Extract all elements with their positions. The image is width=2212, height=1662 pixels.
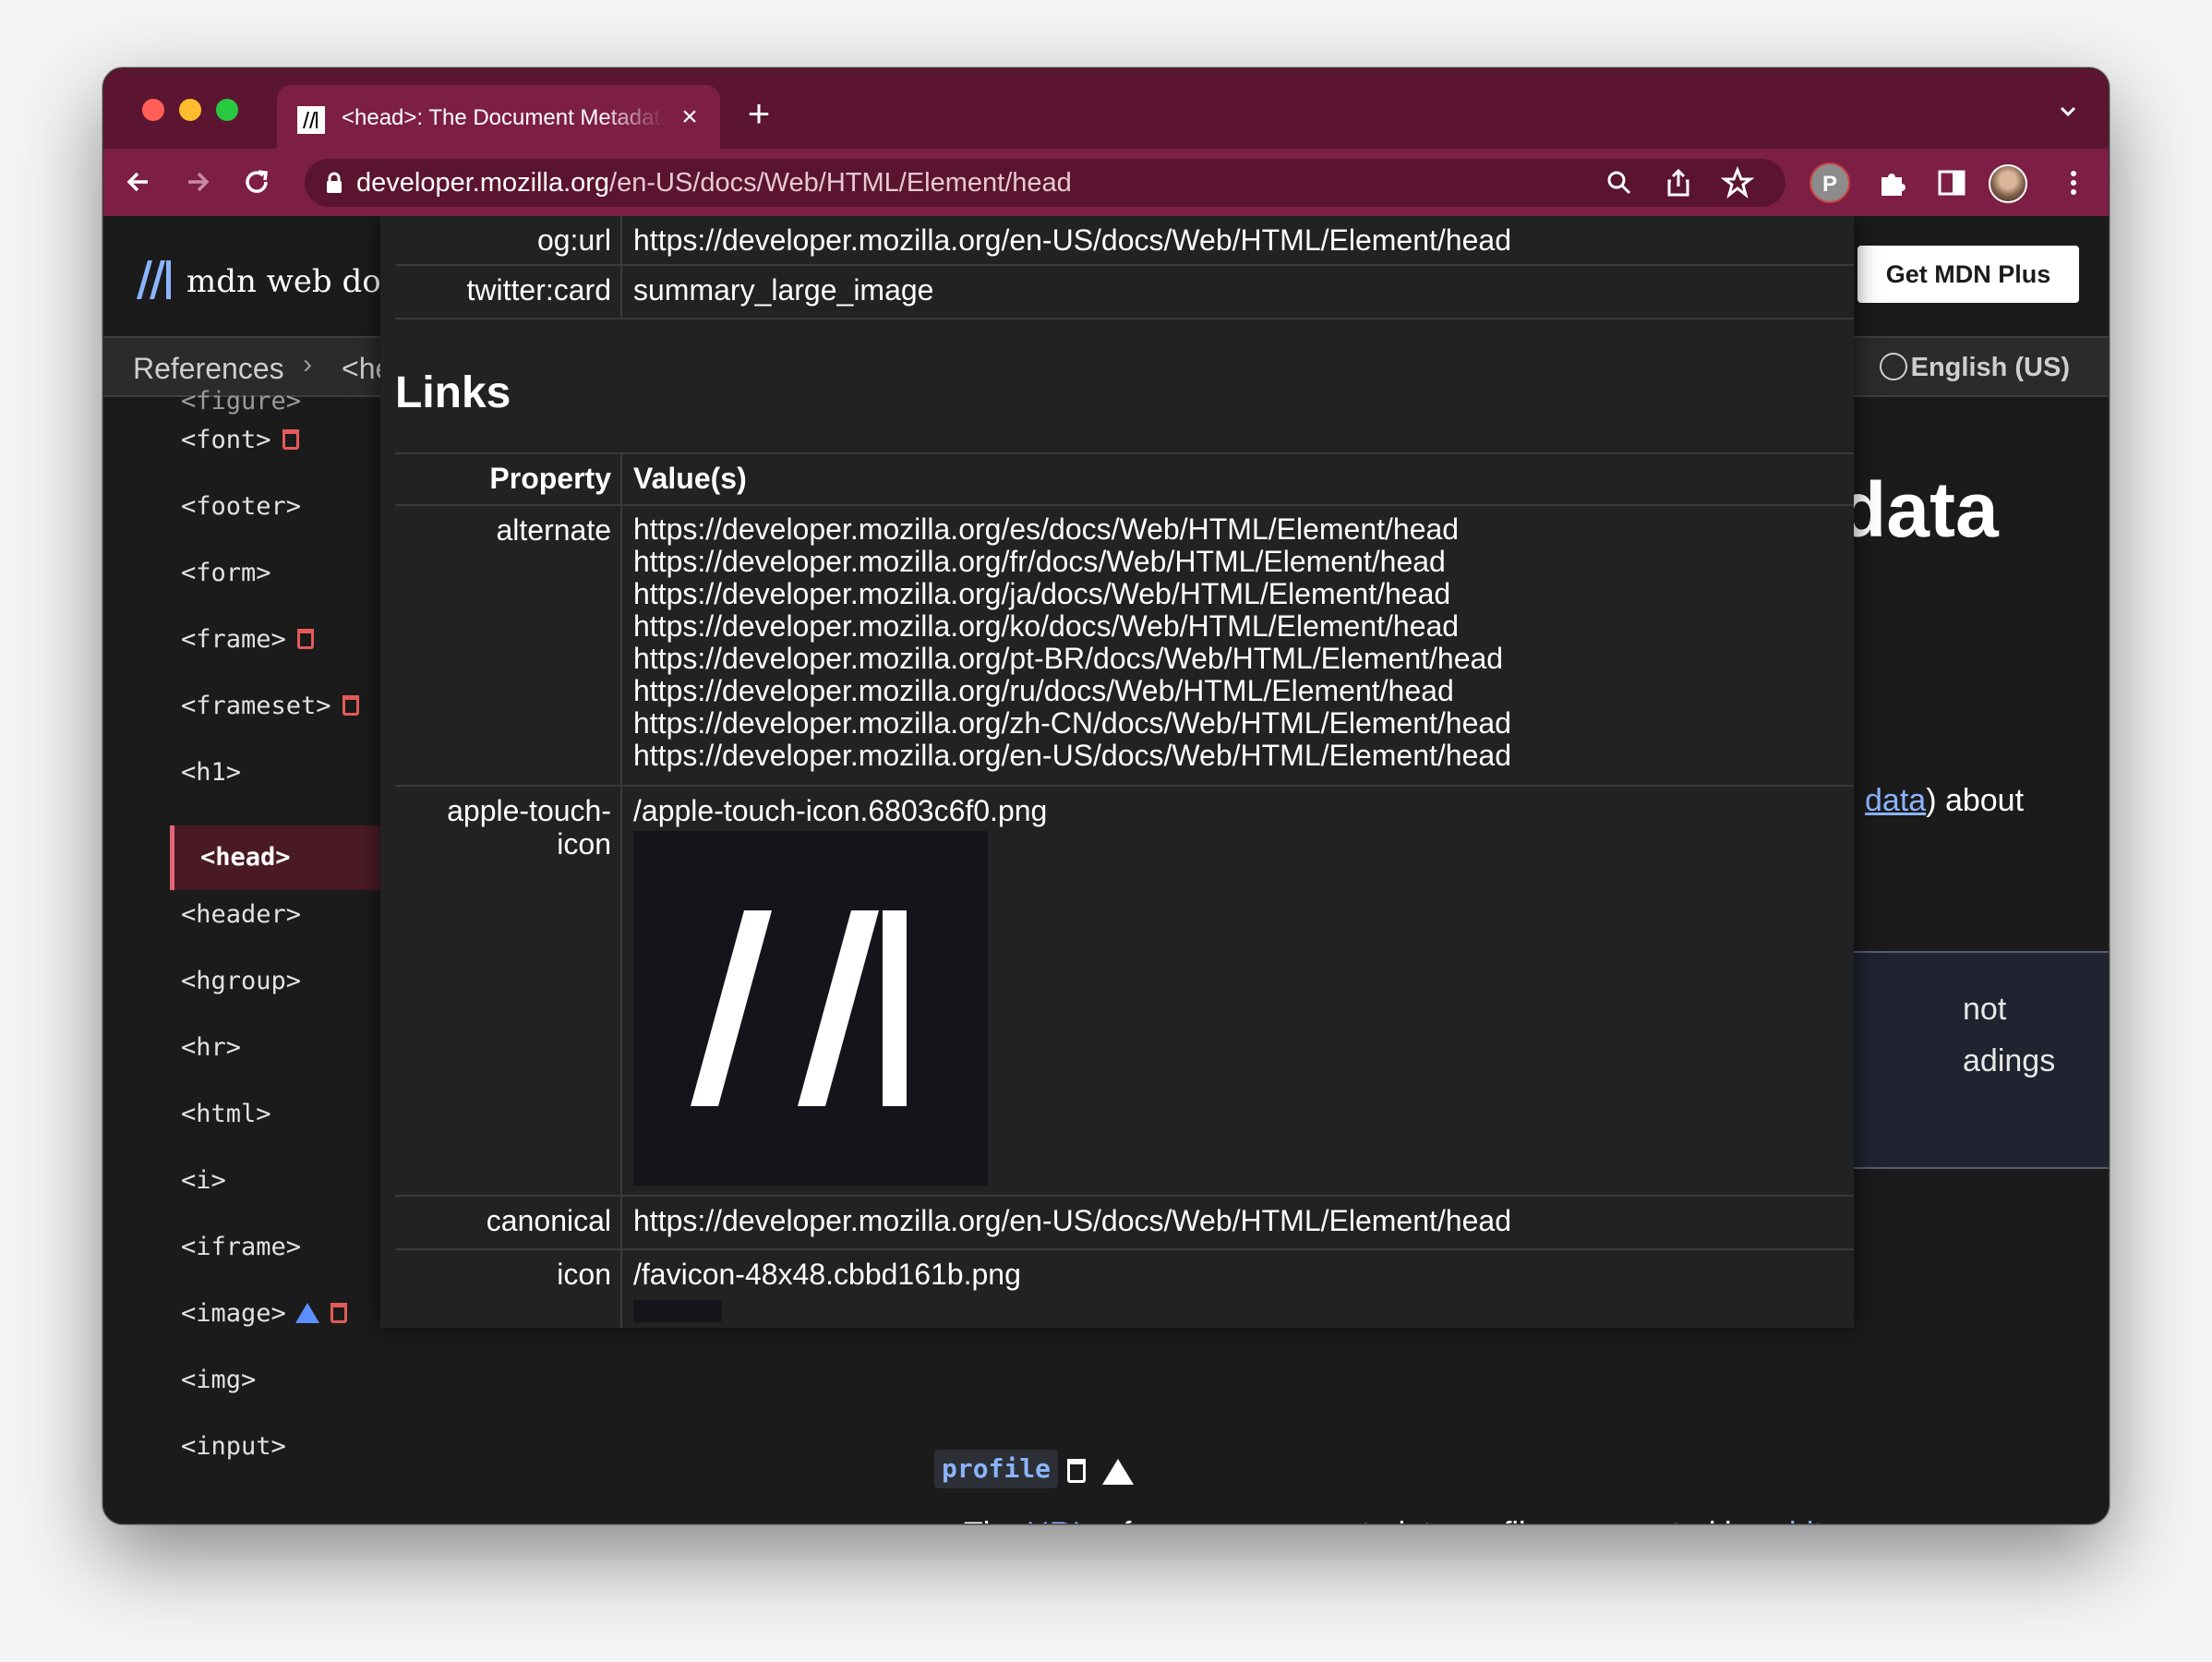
sidebar-item[interactable]: <i>: [181, 1163, 226, 1198]
non-standard-warning-icon: [1102, 1459, 1134, 1485]
new-tab-button[interactable]: +: [740, 94, 777, 133]
alternate-url: https://developer.mozilla.org/ja/docs/We…: [633, 577, 1451, 610]
sidebar-item[interactable]: <footer>: [181, 489, 301, 524]
deprecated-trash-icon: [342, 695, 359, 716]
sidebar-item[interactable]: <iframe>: [181, 1230, 301, 1265]
links-table-header: Property Value(s): [395, 452, 1854, 506]
deprecated-trash-icon: [296, 629, 314, 649]
extension-p-icon[interactable]: P: [1809, 163, 1850, 203]
apple-touch-icon-preview: [633, 831, 988, 1186]
profile-attribute-code[interactable]: profile: [934, 1450, 1059, 1488]
globe-icon: [1879, 353, 1907, 380]
bookmark-star-icon[interactable]: [1720, 165, 1755, 199]
zoom-search-icon[interactable]: [1603, 166, 1636, 199]
alternate-url: https://developer.mozilla.org/es/docs/We…: [633, 512, 1460, 546]
breadcrumb-separator: ›: [303, 349, 312, 379]
links-row-apple-touch-icon: apple-touch-icon /apple-touch-icon.6803c…: [395, 787, 1854, 1197]
intro-text-partial: data) about: [1865, 783, 2025, 818]
extensions-puzzle-icon[interactable]: [1874, 164, 1911, 201]
page-content: mdn web docs Get MDN Plus References › <…: [103, 216, 2109, 1524]
sidebar-item[interactable]: <font>: [181, 423, 299, 458]
breadcrumb-references[interactable]: References: [133, 351, 284, 386]
tab-close-icon[interactable]: ×: [674, 102, 705, 133]
maximize-window-button[interactable]: [216, 99, 238, 121]
profile-description: The URIs of one or more metadata profile…: [964, 1514, 1941, 1524]
alternate-url: https://developer.mozilla.org/ko/docs/We…: [633, 609, 1460, 643]
browser-toolbar: developer.mozilla.org/en-US/docs/Web/HTM…: [103, 149, 2109, 216]
url-text[interactable]: developer.mozilla.org/en-US/docs/Web/HTM…: [356, 167, 1072, 199]
tab-title: <head>: The Document Metadata (Header) e…: [342, 105, 665, 130]
meta-row-og-url: og:url https://developer.mozilla.org/en-…: [395, 216, 1854, 266]
deprecated-trash-icon: [1067, 1459, 1086, 1483]
links-section-title: Links: [395, 368, 511, 417]
sidebar-item[interactable]: <h1>: [181, 755, 241, 790]
sidebar-item[interactable]: <img>: [181, 1363, 256, 1398]
links-row-canonical: canonical https://developer.mozilla.org/…: [395, 1197, 1854, 1250]
favicon-preview: [633, 1300, 722, 1322]
metadata-overlay-panel[interactable]: og:url https://developer.mozilla.org/en-…: [380, 216, 1854, 1328]
mdn-favicon-icon: [297, 106, 325, 134]
sidebar: <figure> <font> <footer> <form> <frame> <fra…: [103, 387, 380, 1524]
tab-strip: <head>: The Document Metadata (Header) e…: [103, 68, 2109, 149]
mdn-logo-icon[interactable]: [133, 257, 181, 308]
alternate-url: https://developer.mozilla.org/ru/docs/We…: [633, 674, 1454, 707]
sidebar-item[interactable]: <hgroup>: [181, 964, 301, 999]
active-tab[interactable]: <head>: The Document Metadata (Header) e…: [277, 85, 720, 149]
tab-search-chevron-icon[interactable]: [2053, 100, 2083, 129]
reload-button[interactable]: [238, 163, 275, 200]
deprecated-trash-icon: [282, 429, 299, 450]
sidebar-item[interactable]: <hr>: [181, 1030, 241, 1066]
close-window-button[interactable]: [142, 99, 164, 121]
lock-icon[interactable]: [325, 172, 343, 194]
back-button[interactable]: [120, 163, 157, 200]
page-title-partial: data: [1839, 466, 1999, 553]
sidebar-item[interactable]: <input>: [181, 1429, 286, 1464]
get-mdn-plus-button[interactable]: Get MDN Plus: [1857, 246, 2079, 303]
sidebar-item[interactable]: <html>: [181, 1097, 271, 1132]
sidebar-item[interactable]: <header>: [181, 897, 301, 933]
sidebar-item[interactable]: <frame>: [181, 622, 314, 657]
links-row-icon: icon /favicon-48x48.cbbd161b.png: [395, 1250, 1854, 1328]
more-menu-icon[interactable]: [2055, 164, 2092, 201]
experimental-warning-icon: [295, 1303, 319, 1323]
alternate-values: https://developer.mozilla.org/es/docs/We…: [633, 513, 1511, 772]
links-row-alternate: alternate https://developer.mozilla.org/…: [395, 506, 1854, 787]
share-icon[interactable]: [1662, 166, 1695, 199]
deprecated-trash-icon: [330, 1303, 347, 1323]
side-panel-icon[interactable]: [1933, 164, 1970, 201]
alternate-url: https://developer.mozilla.org/zh-CN/docs…: [633, 706, 1511, 740]
minimize-window-button[interactable]: [179, 99, 201, 121]
sidebar-item[interactable]: <frameset>: [181, 689, 359, 724]
sidebar-item-figure[interactable]: <figure>: [181, 384, 301, 419]
sidebar-item-head-active[interactable]: <head>: [170, 825, 380, 890]
address-bar[interactable]: developer.mozilla.org/en-US/docs/Web/HTM…: [305, 159, 1785, 207]
meta-row-twitter-card: twitter:card summary_large_image: [395, 266, 1854, 319]
alternate-url: https://developer.mozilla.org/pt-BR/docs…: [633, 642, 1504, 675]
browser-window: <head>: The Document Metadata (Header) e…: [102, 67, 2110, 1524]
forward-button[interactable]: [179, 163, 216, 200]
sidebar-item[interactable]: <form>: [181, 556, 271, 591]
alternate-url: https://developer.mozilla.org/en-US/docs…: [633, 739, 1511, 772]
avatar[interactable]: [1989, 164, 2027, 203]
alternate-url: https://developer.mozilla.org/fr/docs/We…: [633, 545, 1446, 578]
language-switcher[interactable]: English (US): [1879, 349, 2070, 386]
sidebar-item[interactable]: <image>: [181, 1296, 347, 1331]
